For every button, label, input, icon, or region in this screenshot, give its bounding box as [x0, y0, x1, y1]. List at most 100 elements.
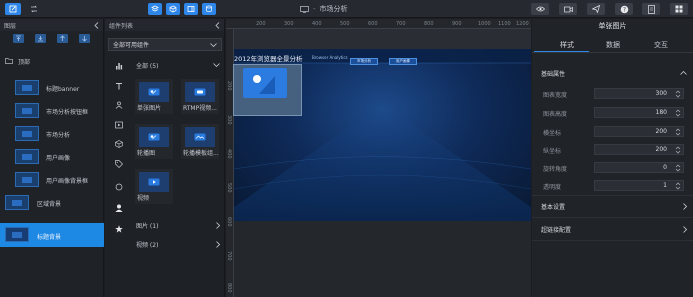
- layer-item[interactable]: 标题banner: [0, 76, 104, 99]
- text-icon[interactable]: [114, 81, 123, 90]
- component-filter-select[interactable]: 全部可用组件: [108, 38, 222, 51]
- component-card[interactable]: 轮播模板组...: [181, 124, 219, 159]
- property-label: 图表宽度: [543, 92, 568, 99]
- folder-icon: [5, 58, 13, 64]
- chevron-right-icon: [216, 240, 220, 248]
- tab-interaction[interactable]: 交互: [654, 40, 668, 50]
- eye-icon[interactable]: [531, 3, 549, 15]
- doc-icon[interactable]: [642, 3, 660, 15]
- collapse-left-icon[interactable]: [94, 21, 99, 29]
- circle-icon[interactable]: [114, 182, 123, 191]
- chevron-right-icon: [683, 202, 687, 210]
- stepper-icon[interactable]: [675, 109, 681, 117]
- components-panel: 组件列表 全部可用组件 全部 (5) 单张图片 RTMP视频... 轮播图 轮播…: [105, 19, 225, 297]
- components-panel-title: 组件列表: [109, 22, 134, 30]
- cube-icon[interactable]: [166, 3, 180, 15]
- section-divider: [532, 195, 693, 196]
- tab-style[interactable]: 样式: [560, 40, 574, 50]
- layers-panel-header: 图层: [0, 19, 103, 31]
- component-label: RTMP视频...: [183, 105, 217, 112]
- property-row: 纵坐标 200: [532, 144, 693, 156]
- help-icon[interactable]: ?: [615, 3, 633, 15]
- stepper-icon[interactable]: [675, 164, 681, 172]
- layer-item[interactable]: 市场分析按钮框: [0, 99, 104, 122]
- move-up-icon[interactable]: [56, 33, 68, 43]
- stage-nav-button[interactable]: 市场分析: [350, 58, 378, 65]
- layer-group[interactable]: 顶部: [0, 55, 104, 67]
- ruler-label: 1200: [516, 21, 529, 27]
- database-icon[interactable]: [202, 3, 216, 15]
- move-bottom-icon[interactable]: [35, 33, 47, 43]
- cube-icon[interactable]: [114, 139, 123, 148]
- component-label: 轮播图: [137, 150, 156, 157]
- stepper-icon[interactable]: [675, 146, 681, 154]
- grid-icon[interactable]: [670, 3, 688, 15]
- property-label: 旋转角度: [543, 166, 568, 173]
- section-hyperlink[interactable]: 超链接配置: [532, 221, 693, 237]
- component-group-row[interactable]: 图片 (1): [136, 219, 224, 231]
- ruler-label: 400: [226, 149, 232, 159]
- stage-nav-button[interactable]: 用户画像: [389, 58, 417, 65]
- layer-item[interactable]: 用户画像: [0, 145, 104, 168]
- move-top-icon[interactable]: [13, 33, 25, 43]
- height-input[interactable]: 180: [594, 107, 684, 118]
- tab-data[interactable]: 数据: [606, 40, 620, 50]
- collapse-left-icon[interactable]: [215, 21, 220, 29]
- tag-icon[interactable]: [114, 159, 123, 168]
- chart-bar-icon[interactable]: [114, 61, 123, 70]
- selected-image-component[interactable]: [233, 64, 302, 116]
- star-icon[interactable]: [114, 224, 123, 233]
- layers-icon[interactable]: [148, 3, 162, 15]
- property-value: 180: [655, 109, 667, 116]
- component-group-label: 视频 (2): [136, 241, 159, 249]
- stepper-icon[interactable]: [675, 182, 681, 190]
- layer-thumbnail: [5, 227, 29, 242]
- component-card[interactable]: 视频: [135, 169, 173, 204]
- users-icon[interactable]: [114, 100, 123, 109]
- stepper-icon[interactable]: [675, 128, 681, 136]
- section-basic-attributes[interactable]: 基础属性: [532, 65, 693, 81]
- property-label: 纵坐标: [543, 148, 562, 155]
- category-all-header[interactable]: 全部 (5): [136, 59, 224, 71]
- move-down-icon[interactable]: [78, 33, 90, 43]
- stage-subtitle: Browser Analytics: [312, 55, 348, 60]
- stepper-icon[interactable]: [675, 90, 681, 98]
- stage-title: 2012年浏览器全景分析: [234, 55, 303, 63]
- layer-label: 标题banner: [46, 86, 80, 93]
- width-input[interactable]: 300: [594, 88, 684, 99]
- opacity-input[interactable]: 1: [594, 180, 684, 191]
- layer-thumbnail: [15, 126, 39, 141]
- section-basic-settings[interactable]: 基本设置: [532, 198, 693, 214]
- ruler-label: 500: [340, 21, 350, 27]
- properties-panel: 单张图片 样式 数据 交互 基础属性 图表宽度 300 图表高度 180 横坐标…: [532, 19, 693, 297]
- ruler-label: 300: [226, 115, 232, 125]
- user-icon[interactable]: [114, 203, 123, 212]
- send-icon[interactable]: [587, 3, 605, 15]
- top-toolbar: - 市场分析 ?: [0, 0, 693, 18]
- component-card[interactable]: 轮播图: [135, 124, 173, 159]
- y-input[interactable]: 200: [594, 144, 684, 155]
- layer-item[interactable]: 区域背景: [0, 191, 104, 214]
- layer-item-selected[interactable]: 标题背景: [0, 223, 104, 247]
- ruler-label: 500: [226, 183, 232, 193]
- swap-icon[interactable]: [27, 3, 41, 15]
- property-value: 0: [663, 164, 667, 171]
- layer-item[interactable]: 市场分析: [0, 122, 104, 145]
- rotation-input[interactable]: 0: [594, 162, 684, 173]
- component-card[interactable]: RTMP视频...: [181, 79, 219, 114]
- media-icon[interactable]: [114, 120, 123, 129]
- component-card[interactable]: 单张图片: [135, 79, 173, 114]
- layer-label: 用户画像背景框: [46, 178, 89, 185]
- stage-nav-label: 市场分析: [357, 59, 371, 63]
- x-input[interactable]: 200: [594, 126, 684, 137]
- components-panel-header: 组件列表: [105, 19, 224, 31]
- component-filter-value: 全部可用组件: [113, 42, 150, 49]
- edit-icon[interactable]: [5, 3, 21, 15]
- panel-icon[interactable]: [184, 3, 198, 15]
- component-group-row[interactable]: 视频 (2): [136, 238, 224, 250]
- layer-item[interactable]: 用户画像背景框: [0, 168, 104, 191]
- ruler-label: 1000: [478, 21, 491, 27]
- record-icon[interactable]: [559, 3, 577, 15]
- ruler-label: 700: [226, 251, 232, 261]
- property-row: 透明度 1: [532, 180, 693, 192]
